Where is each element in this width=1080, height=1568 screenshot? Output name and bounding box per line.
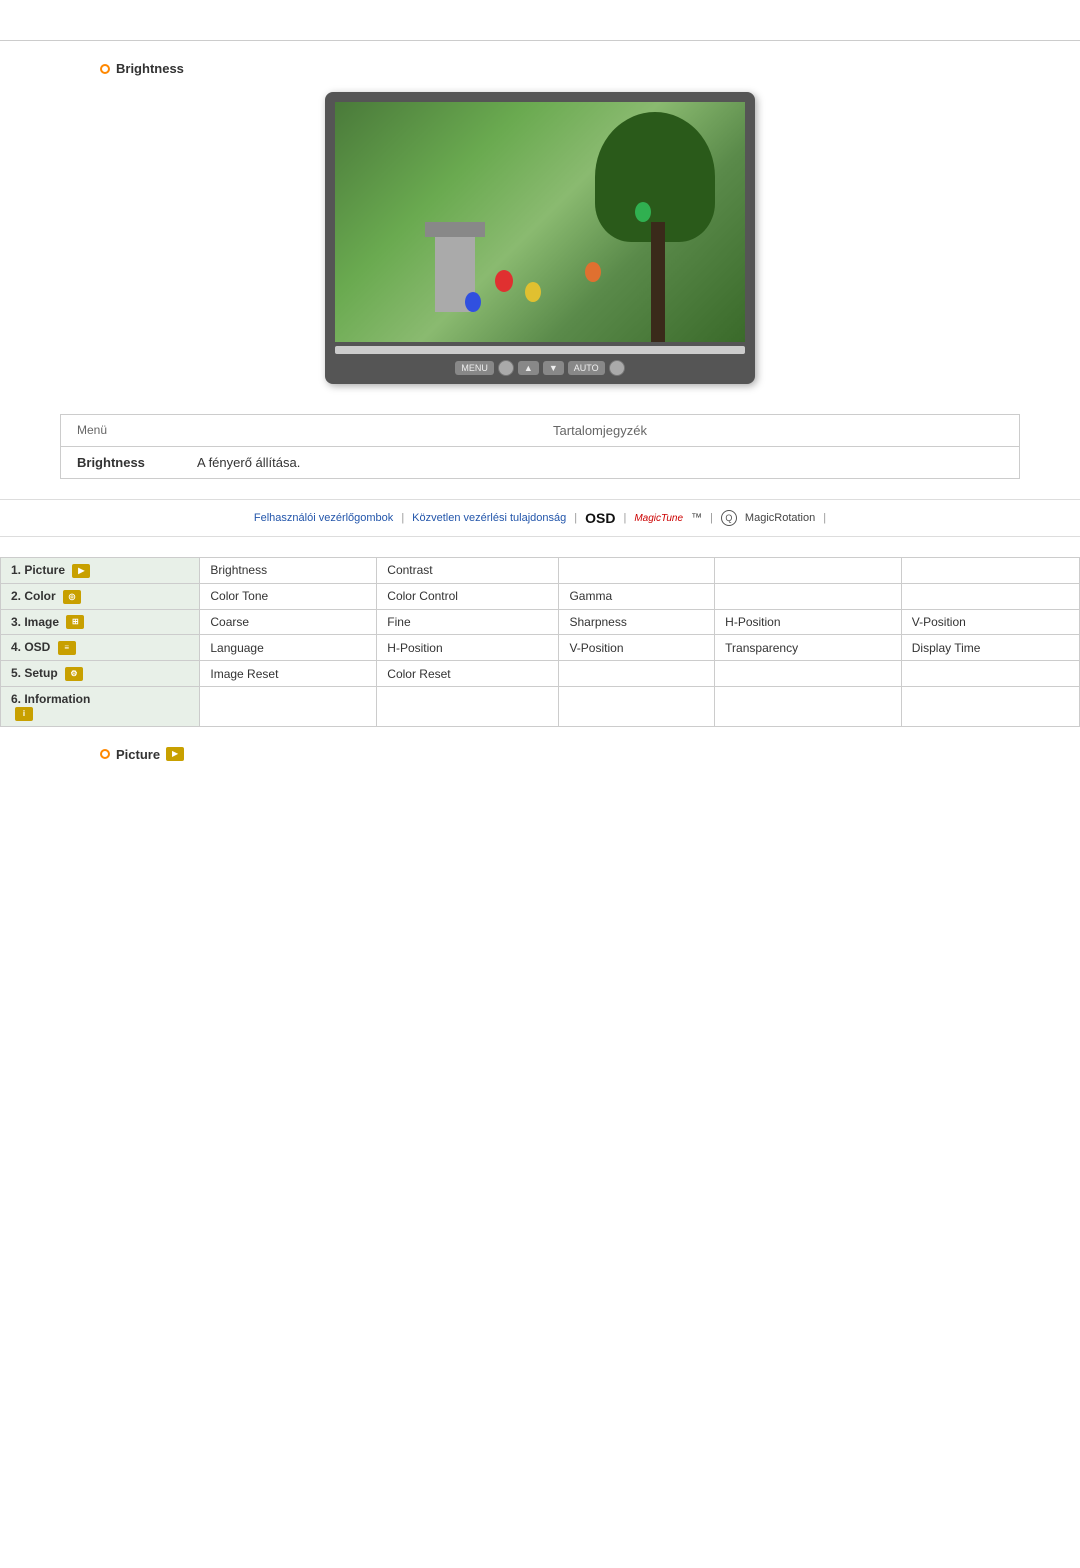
sub-item-empty-5 (901, 583, 1079, 609)
monitor-controls: MENU ▲ ▼ AUTO (335, 354, 745, 378)
nav-bar: Felhasználói vezérlőgombok | Közvetlen v… (0, 499, 1080, 537)
nav-osd-label: OSD (585, 510, 615, 526)
menu-button[interactable]: MENU (455, 361, 494, 375)
header-content-label: Tartalomjegyzék (197, 423, 1003, 438)
balloon-blue (465, 292, 481, 312)
monitor-outer: MENU ▲ ▼ AUTO (325, 92, 755, 384)
brightness-section-heading: Brightness (100, 61, 1080, 76)
tree-trunk (651, 222, 665, 342)
menu-table-header: Menü Tartalomjegyzék (61, 415, 1019, 447)
ctrl-left-icon (498, 360, 514, 376)
down-button[interactable]: ▼ (543, 361, 564, 375)
menu-table-row: Brightness A fényerő állítása. (61, 447, 1019, 478)
balloon-red (495, 270, 513, 292)
sub-item-empty-8 (901, 661, 1079, 687)
sub-item-h-position-image[interactable]: H-Position (715, 609, 902, 635)
sub-item-sharpness[interactable]: Sharpness (559, 609, 715, 635)
ctrl-right-icon (609, 360, 625, 376)
sub-item-info-3 (559, 687, 715, 727)
balloon-yellow (525, 282, 541, 302)
sub-item-empty-1 (559, 558, 715, 584)
nav-sep-3: | (623, 512, 626, 524)
sub-item-v-position-osd[interactable]: V-Position (559, 635, 715, 661)
sub-item-color-tone[interactable]: Color Tone (200, 583, 377, 609)
sub-item-empty-2 (715, 558, 902, 584)
header-menu-label: Menü (77, 423, 197, 438)
table-row: 1. Picture ▶ Brightness Contrast (1, 558, 1080, 584)
nav-item-5-setup[interactable]: 5. Setup ⚙ (1, 661, 200, 687)
sub-item-coarse[interactable]: Coarse (200, 609, 377, 635)
sub-item-empty-3 (901, 558, 1079, 584)
nav-link-user-controls[interactable]: Felhasználói vezérlőgombok (254, 512, 393, 524)
nav-item-3-image[interactable]: 3. Image ⊞ (1, 609, 200, 635)
nav-magicrotation-label: MagicRotation (745, 512, 815, 524)
picture-section-icon: ▶ (166, 747, 184, 761)
sub-item-fine[interactable]: Fine (377, 609, 559, 635)
monitor-screen (335, 102, 745, 342)
balloon-green (635, 202, 651, 222)
sub-item-empty-7 (715, 661, 902, 687)
picture-icon: ▶ (72, 564, 90, 578)
monitor-container: MENU ▲ ▼ AUTO (0, 92, 1080, 384)
table-row: 4. OSD ≡ Language H-Position V-Position … (1, 635, 1080, 661)
nav-sep-4: | (710, 512, 713, 524)
sub-item-gamma[interactable]: Gamma (559, 583, 715, 609)
auto-button[interactable]: AUTO (568, 361, 605, 375)
sub-item-empty-4 (715, 583, 902, 609)
nav-sep-5: | (823, 512, 826, 524)
sub-item-color-reset[interactable]: Color Reset (377, 661, 559, 687)
brightness-circle-icon (100, 64, 110, 74)
magictune-logo: MagicTune (634, 513, 683, 524)
sub-item-brightness[interactable]: Brightness (200, 558, 377, 584)
sub-item-empty-6 (559, 661, 715, 687)
sub-item-info-2 (377, 687, 559, 727)
table-row: 3. Image ⊞ Coarse Fine Sharpness H-Posit… (1, 609, 1080, 635)
osd-icon: ≡ (58, 641, 76, 655)
nav-magictune-label: ™ (691, 512, 702, 524)
table-row: 6. Information i (1, 687, 1080, 727)
sub-item-v-position-image[interactable]: V-Position (901, 609, 1079, 635)
nav-sep-1: | (401, 512, 404, 524)
up-button[interactable]: ▲ (518, 361, 539, 375)
table-row: 5. Setup ⚙ Image Reset Color Reset (1, 661, 1080, 687)
osd-nav-table: 1. Picture ▶ Brightness Contrast 2. Colo… (0, 557, 1080, 727)
sub-item-language[interactable]: Language (200, 635, 377, 661)
brightness-title: Brightness (116, 61, 184, 76)
sub-item-info-4 (715, 687, 902, 727)
sub-item-color-control[interactable]: Color Control (377, 583, 559, 609)
sub-item-transparency[interactable]: Transparency (715, 635, 902, 661)
nav-item-6-information[interactable]: 6. Information i (1, 687, 200, 727)
sub-item-h-position-osd[interactable]: H-Position (377, 635, 559, 661)
image-icon: ⊞ (66, 615, 84, 629)
sub-item-image-reset[interactable]: Image Reset (200, 661, 377, 687)
row-brightness-label: Brightness (77, 455, 197, 470)
monitor-base-bar (335, 346, 745, 354)
picture-section-heading: Picture ▶ (100, 747, 1080, 762)
balloon-orange (585, 262, 601, 282)
table-row: 2. Color ◎ Color Tone Color Control Gamm… (1, 583, 1080, 609)
row-brightness-desc: A fényerő állítása. (197, 455, 1003, 470)
sub-item-info-5 (901, 687, 1079, 727)
nav-item-2-color[interactable]: 2. Color ◎ (1, 583, 200, 609)
sub-item-contrast[interactable]: Contrast (377, 558, 559, 584)
setup-icon: ⚙ (65, 667, 83, 681)
menu-table: Menü Tartalomjegyzék Brightness A fényer… (60, 414, 1020, 479)
magicrotation-icon: Q (721, 510, 737, 526)
nav-sep-2: | (574, 512, 577, 524)
picture-circle-icon (100, 749, 110, 759)
monitor-screen-inner (335, 102, 745, 342)
sub-item-info-1 (200, 687, 377, 727)
info-icon: i (15, 707, 33, 721)
nav-link-direct-control[interactable]: Közvetlen vezérlési tulajdonság (412, 512, 566, 524)
sub-item-display-time[interactable]: Display Time (901, 635, 1079, 661)
nav-item-1-picture[interactable]: 1. Picture ▶ (1, 558, 200, 584)
picture-title: Picture (116, 747, 160, 762)
color-icon: ◎ (63, 590, 81, 604)
nav-item-4-osd[interactable]: 4. OSD ≡ (1, 635, 200, 661)
